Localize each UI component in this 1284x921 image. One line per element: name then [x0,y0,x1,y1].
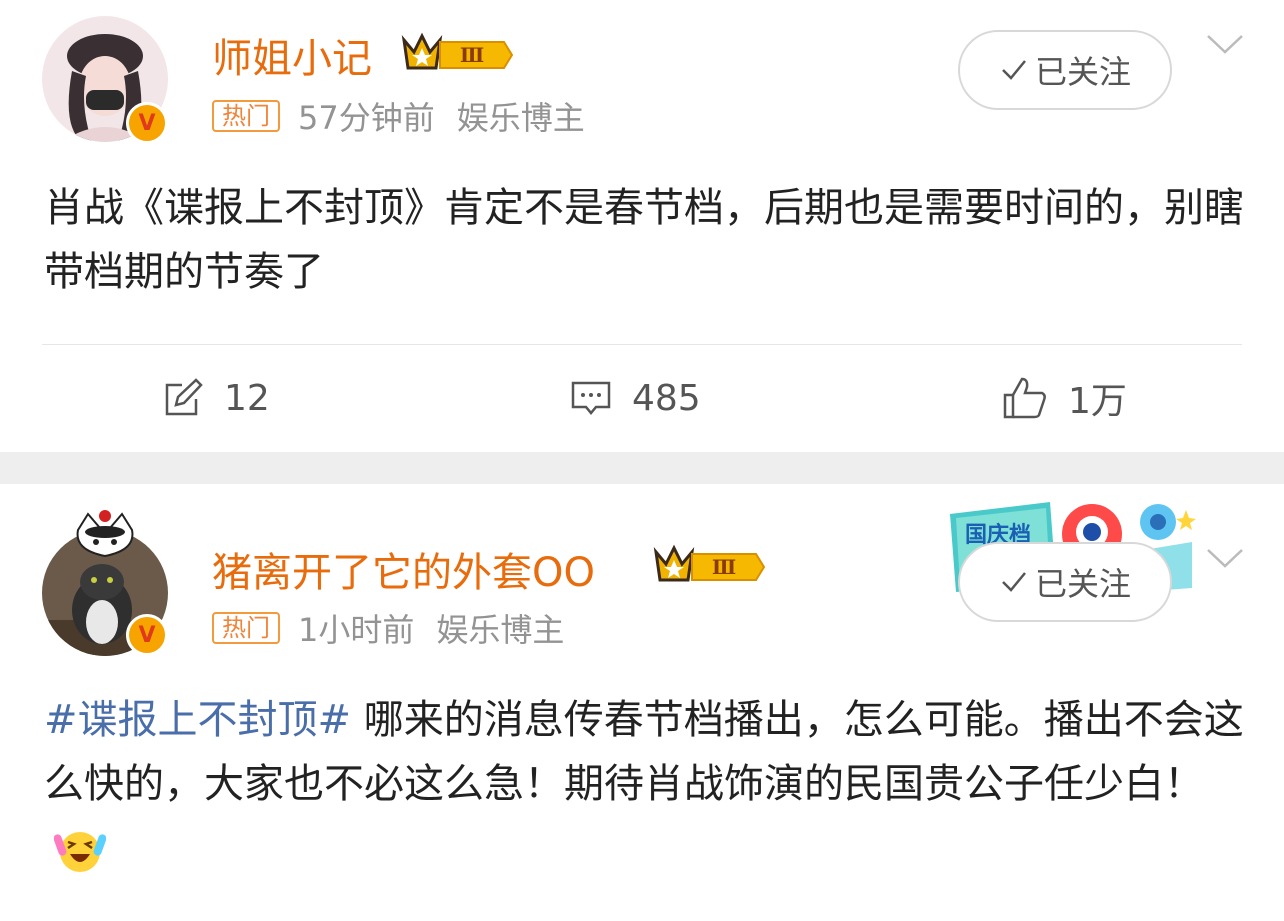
chevron-down-icon[interactable] [1204,546,1246,570]
checkmark-icon [1002,572,1026,592]
post-meta: 热门 57分钟前 娱乐博主 [212,98,585,137]
comment-button[interactable]: 485 [570,370,701,426]
v-badge-icon: V [126,614,168,656]
chevron-down-icon[interactable] [1204,32,1246,56]
v-badge-icon: V [126,102,168,144]
hot-tag: 热门 [212,612,280,644]
username[interactable]: 猪离开了它的外套OO [212,540,595,598]
post-meta: 热门 1小时前 娱乐博主 [212,610,564,649]
repost-button[interactable]: 12 [162,370,270,426]
level-badge-text: Ⅲ [712,555,736,579]
user-category: 娱乐博主 [456,99,585,137]
post-time: 1小时前 [298,611,415,649]
crown-icon[interactable]: Ⅲ [400,30,516,74]
repost-count: 12 [224,377,270,419]
emoji-laugh-icon [54,832,106,872]
checkmark-icon [1002,60,1026,80]
like-icon [1003,377,1046,419]
post-time: 57分钟前 [298,99,435,137]
cat-hat-decoration-icon [76,510,134,558]
post-content: 肖战《谍报上不封顶》肯定不是春节档，后期也是需要时间的，别瞎带档期的节奏了 [44,185,1244,295]
divider [42,344,1242,345]
post-card-1: V 师姐小记 Ⅲ 热门 57分钟前 娱乐博主 已关注 肖战《谍报上不封顶》肯定不… [0,0,1284,452]
hot-tag: 热门 [212,100,280,132]
post-content: #谍报上不封顶# 哪来的消息传春节档播出，怎么可能。播出不会这么快的，大家也不必… [44,688,1244,880]
crown-icon[interactable]: Ⅲ [652,542,768,586]
follow-button[interactable]: 已关注 [958,30,1172,110]
comment-icon [571,381,611,415]
follow-label: 已关注 [1034,53,1131,91]
hashtag-link[interactable]: #谍报上不封顶# [44,697,351,743]
like-count: 1万 [1068,381,1127,422]
repost-icon [165,378,203,416]
like-button[interactable]: 1万 [1002,370,1127,426]
post-card-2: 国庆档 V 猪离开了它的外套OO Ⅲ 热门 1小时前 娱乐博主 已关注 #谍报上… [0,484,1284,921]
action-bar: 12 485 1万 [0,370,1284,426]
follow-button[interactable]: 已关注 [958,542,1172,622]
comment-count: 485 [632,377,701,419]
feed-separator [0,452,1284,484]
user-category: 娱乐博主 [436,611,565,649]
follow-label: 已关注 [1034,565,1131,603]
username[interactable]: 师姐小记 [212,26,372,84]
level-badge-text: Ⅲ [460,43,484,67]
